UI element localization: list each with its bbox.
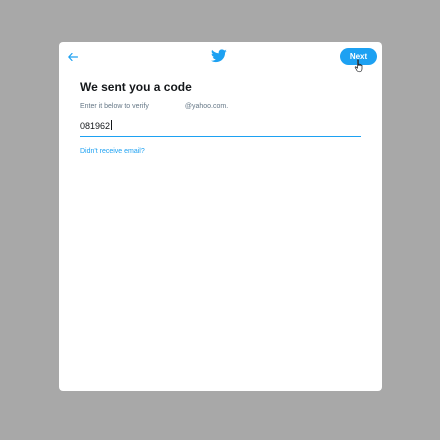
arrow-left-icon (68, 53, 78, 61)
dialog-header: Next (59, 42, 382, 73)
email-suffix: @yahoo.com. (184, 103, 229, 110)
page-title: We sent you a code (80, 80, 192, 94)
verify-instruction: Enter it below to verify @yahoo.com. (80, 103, 228, 110)
verification-code-input[interactable]: 081962 (80, 118, 361, 137)
back-button[interactable] (65, 49, 81, 65)
code-value-container: 081962 (80, 120, 113, 131)
code-value: 081962 (80, 121, 111, 131)
text-caret (111, 120, 113, 130)
verification-dialog: Next We sent you a code Enter it below t… (59, 42, 382, 391)
twitter-bird-icon (211, 49, 227, 63)
resend-email-link[interactable]: Didn't receive email? (80, 148, 145, 155)
hand-cursor-icon (354, 59, 363, 73)
instruction-prefix: Enter it below to verify (80, 103, 149, 110)
